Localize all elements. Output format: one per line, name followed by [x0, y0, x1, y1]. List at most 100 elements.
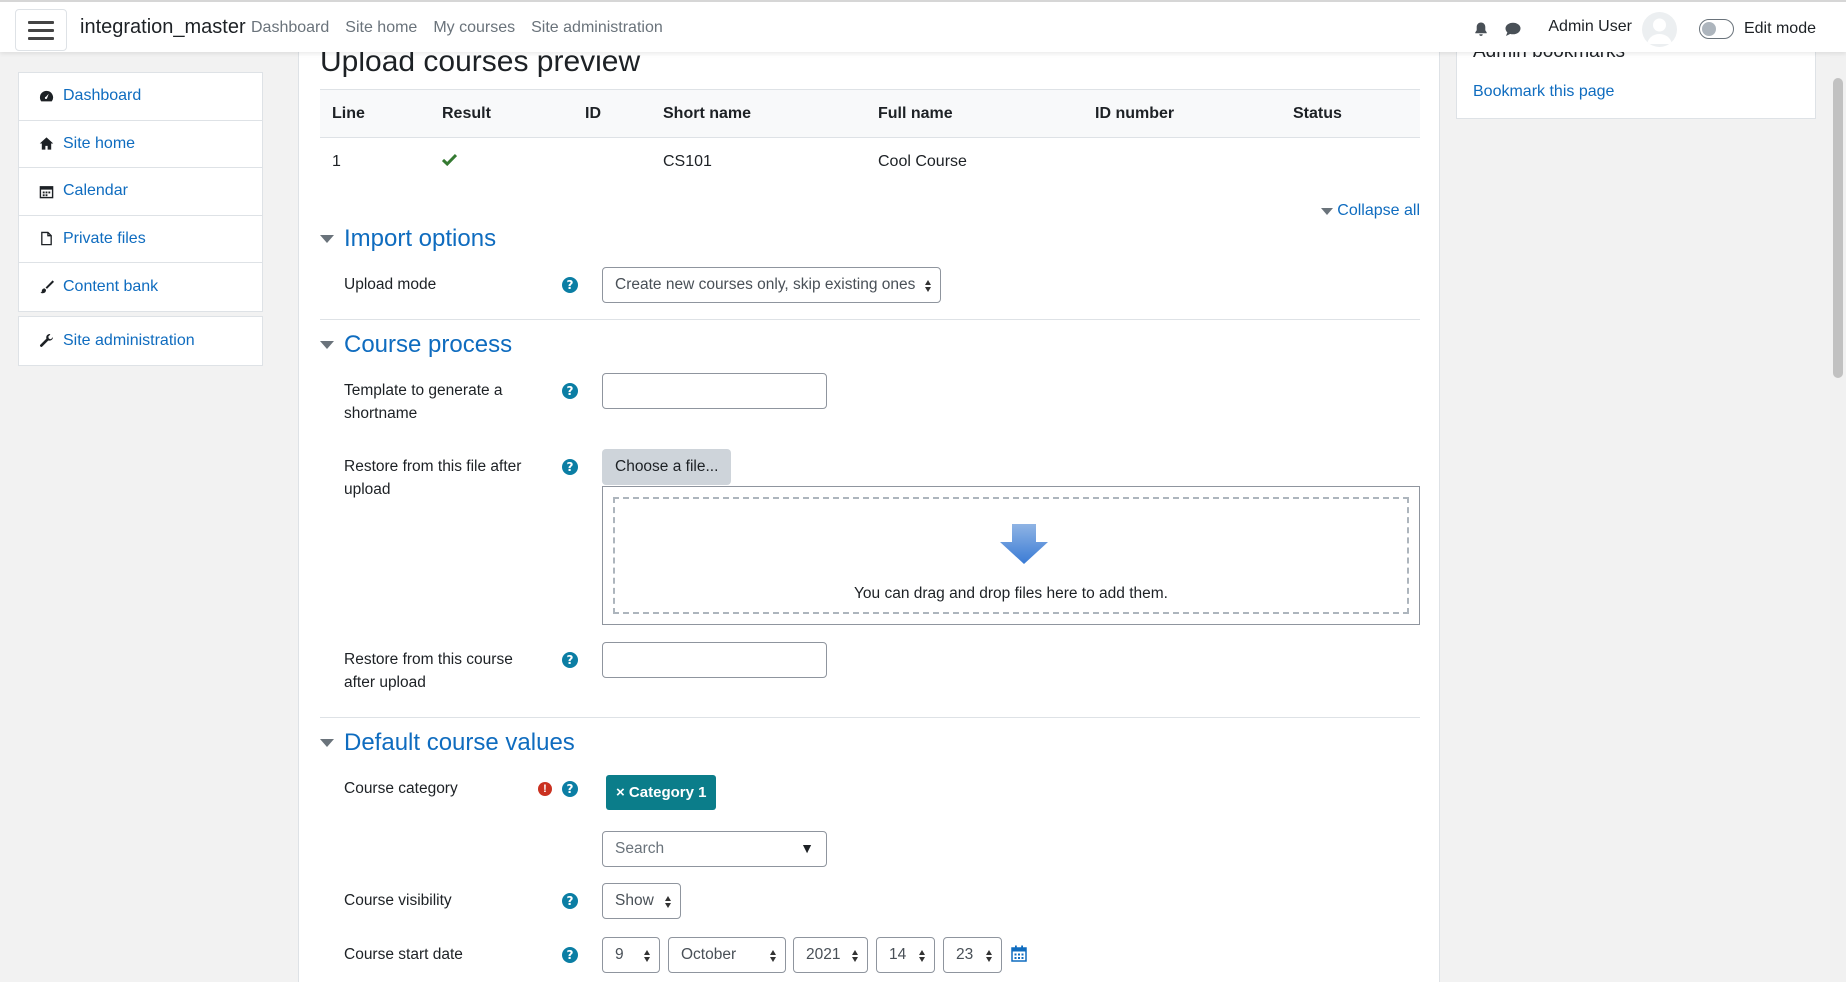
calendar-icon[interactable]	[1011, 945, 1027, 962]
table-row: 1 CS101 Cool Course	[320, 138, 1420, 186]
cell-full-name: Cool Course	[878, 152, 967, 170]
column-header-status: Status	[1281, 89, 1420, 138]
course-index-drawer: Dashboard Site home Calendar Private fil…	[0, 52, 282, 982]
collapse-all-label: Collapse all	[1337, 202, 1420, 219]
section-title: Import options	[344, 225, 497, 252]
drawer-item-site-administration[interactable]: Site administration	[19, 317, 262, 365]
column-header-result: Result	[430, 89, 573, 138]
column-header-line: Line	[320, 89, 430, 138]
template-shortname-label: Template to generate a shortname	[344, 382, 503, 422]
restore-course-label: Restore from this course after upload	[344, 651, 513, 691]
file-dropzone[interactable]: You can drag and drop files here to add …	[602, 486, 1420, 625]
help-icon[interactable]: ?	[562, 652, 578, 668]
section-title: Course process	[344, 331, 513, 358]
start-month-select[interactable]: October	[668, 937, 786, 973]
column-header-full-name: Full name	[866, 89, 1083, 138]
help-icon[interactable]: ?	[562, 947, 578, 963]
category-search-input[interactable]: Search ▼	[602, 831, 827, 867]
caret-down-icon	[1321, 207, 1334, 215]
restore-file-label: Restore from this file after upload	[344, 458, 522, 498]
caret-down-icon	[320, 235, 334, 243]
course-start-date-label: Course start date	[344, 946, 463, 963]
drawer-item-label: Calendar	[63, 182, 128, 200]
section-divider	[320, 717, 1420, 718]
select-value: 14	[889, 946, 907, 963]
notifications-button[interactable]	[1470, 18, 1492, 40]
nav-my-courses-link[interactable]: My courses	[433, 19, 515, 37]
drawer-item-private-files[interactable]: Private files	[19, 216, 262, 263]
hamburger-icon-bar	[28, 36, 54, 40]
section-import-options-toggle[interactable]: Import options	[320, 225, 496, 253]
nav-dashboard-link[interactable]: Dashboard	[251, 19, 329, 37]
page-scrollbar[interactable]	[1830, 52, 1846, 982]
section-course-process-toggle[interactable]: Course process	[320, 331, 512, 359]
section-title: Default course values	[344, 729, 575, 756]
category-badge[interactable]: × Category 1	[606, 775, 717, 810]
edit-mode-toggle[interactable]	[1698, 19, 1734, 39]
drawer-item-calendar[interactable]: Calendar	[19, 168, 262, 216]
restore-course-input[interactable]	[602, 642, 827, 678]
user-avatar[interactable]	[1641, 11, 1677, 47]
start-year-select[interactable]: 2021	[793, 937, 868, 973]
help-icon[interactable]: ?	[562, 893, 578, 909]
help-icon[interactable]: ?	[562, 781, 578, 797]
start-minute-select[interactable]: 23	[943, 937, 1002, 973]
user-name[interactable]: Admin User	[1548, 18, 1632, 36]
drawer-item-label: Dashboard	[63, 87, 142, 105]
drawer-item-label: Content bank	[63, 277, 159, 295]
help-icon[interactable]: ?	[562, 459, 578, 475]
drawer-item-label: Private files	[63, 229, 146, 247]
primary-navigation: Dashboard Site home My courses Site admi…	[251, 19, 663, 37]
help-icon[interactable]: ?	[562, 277, 578, 293]
bell-icon	[1475, 22, 1488, 36]
top-navbar: integration_master Dashboard Site home M…	[0, 0, 1846, 52]
select-value: October	[681, 946, 737, 963]
collapse-all-link[interactable]: Collapse all	[1321, 202, 1420, 220]
required-icon: !	[538, 782, 552, 796]
start-day-select[interactable]: 9	[602, 937, 660, 973]
select-value: Create new courses only, skip existing o…	[615, 276, 916, 293]
cell-result	[430, 138, 573, 186]
column-header-id: ID	[573, 89, 651, 138]
choose-file-button[interactable]: Choose a file...	[602, 449, 732, 485]
dropzone-text: You can drag and drop files here to add …	[854, 585, 1168, 602]
section-default-values-toggle[interactable]: Default course values	[320, 729, 575, 757]
drawer-item-dashboard[interactable]: Dashboard	[19, 73, 262, 121]
course-category-label: Course category	[344, 780, 458, 797]
select-arrows-icon	[919, 950, 925, 962]
select-value: 23	[956, 946, 974, 963]
cell-status	[1281, 138, 1420, 186]
dashboard-icon	[39, 90, 54, 102]
messages-button[interactable]	[1502, 18, 1524, 40]
avatar-placeholder-icon	[1646, 18, 1672, 44]
search-placeholder: Search	[615, 840, 665, 857]
preview-table: Line Result ID Short name Full name ID n…	[320, 89, 1420, 186]
dropzone-area: You can drag and drop files here to add …	[613, 497, 1409, 614]
drawer-item-content-bank[interactable]: Content bank	[19, 263, 262, 311]
hamburger-icon-bar	[28, 28, 54, 32]
bookmark-this-page-link[interactable]: Bookmark this page	[1473, 83, 1614, 101]
select-arrows-icon	[925, 280, 931, 292]
template-shortname-input[interactable]	[602, 373, 827, 409]
select-arrows-icon	[644, 950, 650, 962]
paintbrush-icon	[40, 280, 54, 294]
nav-site-home-link[interactable]: Site home	[345, 19, 417, 37]
select-value: Show	[615, 892, 654, 909]
select-arrows-icon	[986, 950, 992, 962]
user-navigation: Admin User Edit mode	[1470, 11, 1816, 47]
start-hour-select[interactable]: 14	[876, 937, 935, 973]
course-visibility-select[interactable]: Show	[602, 883, 681, 919]
select-arrows-icon	[665, 896, 671, 908]
drawer-item-label: Site administration	[63, 331, 195, 349]
help-icon[interactable]: ?	[562, 383, 578, 399]
wrench-icon	[40, 334, 53, 348]
nav-site-administration-link[interactable]: Site administration	[531, 19, 663, 37]
drawer-item-label: Site home	[63, 134, 136, 152]
drawer-item-site-home[interactable]: Site home	[19, 121, 262, 168]
drawer-toggle-button[interactable]	[15, 9, 67, 51]
cell-short-name: CS101	[663, 152, 712, 170]
site-name-link[interactable]: integration_master	[80, 16, 246, 39]
file-icon	[41, 232, 52, 246]
scrollbar-thumb[interactable]	[1833, 78, 1843, 378]
upload-mode-select[interactable]: Create new courses only, skip existing o…	[602, 267, 941, 303]
